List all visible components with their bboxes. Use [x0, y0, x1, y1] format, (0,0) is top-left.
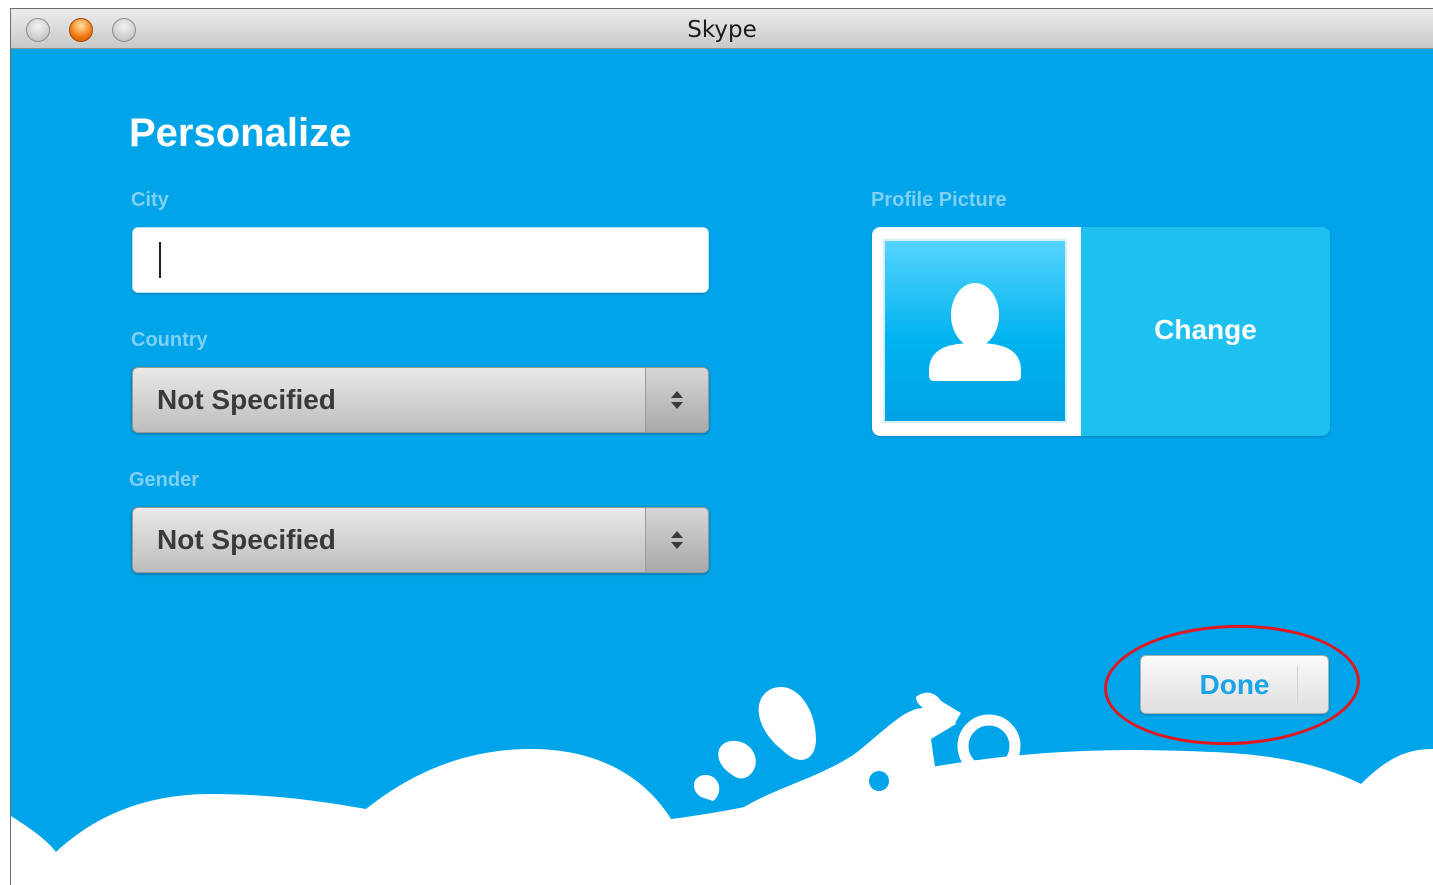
- arrow-down-icon: [671, 402, 683, 409]
- personalize-panel: Personalize City Country Not Specified G…: [11, 49, 1433, 885]
- avatar-frame: [872, 227, 1081, 436]
- text-caret: [159, 242, 161, 278]
- title-bar: Skype: [11, 9, 1433, 49]
- country-select[interactable]: Not Specified: [132, 367, 709, 433]
- skype-window: Skype Personalize City Country Not Speci…: [10, 8, 1433, 885]
- user-silhouette-icon: [929, 283, 1021, 381]
- cloud-ground: [11, 749, 1433, 885]
- profile-picture-panel: Change: [872, 227, 1330, 436]
- gender-selected-value: Not Specified: [157, 524, 336, 555]
- up-down-arrows-icon: [645, 508, 708, 572]
- change-picture-button[interactable]: Change: [1081, 227, 1330, 436]
- country-selected-value: Not Specified: [157, 384, 336, 415]
- gender-select[interactable]: Not Specified: [132, 507, 709, 573]
- profile-picture-label: Profile Picture: [871, 189, 1007, 211]
- gender-label: Gender: [129, 469, 200, 491]
- country-label: Country: [131, 329, 208, 351]
- up-down-arrows-icon: [645, 368, 708, 432]
- arrow-up-icon: [671, 391, 683, 398]
- cloud-scene-illustration: [11, 687, 1433, 885]
- window-title: Skype: [687, 17, 757, 43]
- page-title: Personalize: [129, 111, 352, 155]
- arrow-down-icon: [671, 542, 683, 549]
- city-label: City: [131, 189, 169, 211]
- motorbike-rear-wheel-hub: [869, 771, 889, 791]
- avatar: [883, 239, 1067, 423]
- city-input[interactable]: [132, 227, 709, 293]
- arrow-up-icon: [671, 531, 683, 538]
